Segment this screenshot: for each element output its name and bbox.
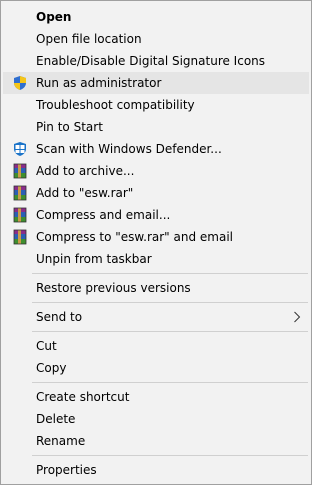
menu-item-add-to-esw-rar-label: Add to "esw.rar" (36, 186, 134, 200)
menu-separator (32, 331, 308, 332)
menu-item-add-to-esw-rar[interactable]: Add to "esw.rar" (3, 182, 309, 204)
menu-item-compress-to-esw-rar-and-email[interactable]: Compress to "esw.rar" and email (3, 226, 309, 248)
menu-item-copy-label: Copy (36, 361, 67, 375)
menu-item-send-to-label: Send to (36, 310, 83, 324)
menu-item-scan-windows-defender[interactable]: Scan with Windows Defender... (3, 138, 309, 160)
menu-item-delete-label: Delete (36, 412, 76, 426)
menu-item-digital-signature-icons-label: Enable/Disable Digital Signature Icons (36, 54, 266, 68)
menu-item-restore-previous-versions-label: Restore previous versions (36, 281, 191, 295)
menu-item-rename-label: Rename (36, 434, 86, 448)
menu-item-digital-signature-icons[interactable]: Enable/Disable Digital Signature Icons (3, 50, 309, 72)
menu-item-unpin-from-taskbar[interactable]: Unpin from taskbar (3, 248, 309, 270)
menu-item-add-to-archive-label: Add to archive... (36, 164, 135, 178)
menu-item-properties[interactable]: Properties (3, 459, 309, 481)
menu-item-unpin-from-taskbar-label: Unpin from taskbar (36, 252, 152, 266)
menu-item-create-shortcut[interactable]: Create shortcut (3, 386, 309, 408)
menu-separator (32, 382, 308, 383)
uac-shield-icon (12, 75, 28, 91)
menu-item-compress-and-email-label: Compress and email... (36, 208, 171, 222)
menu-item-send-to[interactable]: Send to (3, 306, 309, 328)
menu-item-delete[interactable]: Delete (3, 408, 309, 430)
winrar-icon (12, 163, 28, 179)
menu-item-rename[interactable]: Rename (3, 430, 309, 452)
winrar-icon (12, 185, 28, 201)
menu-item-compress-to-esw-rar-and-email-label: Compress to "esw.rar" and email (36, 230, 233, 244)
menu-item-troubleshoot-compatibility[interactable]: Troubleshoot compatibility (3, 94, 309, 116)
menu-item-open-file-location-label: Open file location (36, 32, 142, 46)
menu-item-pin-to-start-label: Pin to Start (36, 120, 103, 134)
context-menu: Open Open file location Enable/Disable D… (0, 0, 312, 485)
menu-item-add-to-archive[interactable]: Add to archive... (3, 160, 309, 182)
menu-item-troubleshoot-compatibility-label: Troubleshoot compatibility (36, 98, 195, 112)
winrar-icon (12, 207, 28, 223)
menu-item-compress-and-email[interactable]: Compress and email... (3, 204, 309, 226)
menu-item-restore-previous-versions[interactable]: Restore previous versions (3, 277, 309, 299)
menu-item-scan-windows-defender-label: Scan with Windows Defender... (36, 142, 222, 156)
menu-item-properties-label: Properties (36, 463, 97, 477)
menu-item-cut[interactable]: Cut (3, 335, 309, 357)
chevron-right-icon (293, 311, 301, 323)
menu-item-run-as-administrator[interactable]: Run as administrator (3, 72, 309, 94)
menu-item-create-shortcut-label: Create shortcut (36, 390, 130, 404)
menu-item-open[interactable]: Open (3, 6, 309, 28)
menu-item-cut-label: Cut (36, 339, 57, 353)
menu-separator (32, 302, 308, 303)
menu-separator (32, 273, 308, 274)
winrar-icon (12, 229, 28, 245)
menu-item-open-label: Open (36, 10, 72, 24)
menu-item-pin-to-start[interactable]: Pin to Start (3, 116, 309, 138)
menu-item-copy[interactable]: Copy (3, 357, 309, 379)
menu-separator (32, 455, 308, 456)
menu-item-run-as-administrator-label: Run as administrator (36, 76, 162, 90)
windows-defender-icon (12, 141, 28, 157)
menu-item-open-file-location[interactable]: Open file location (3, 28, 309, 50)
